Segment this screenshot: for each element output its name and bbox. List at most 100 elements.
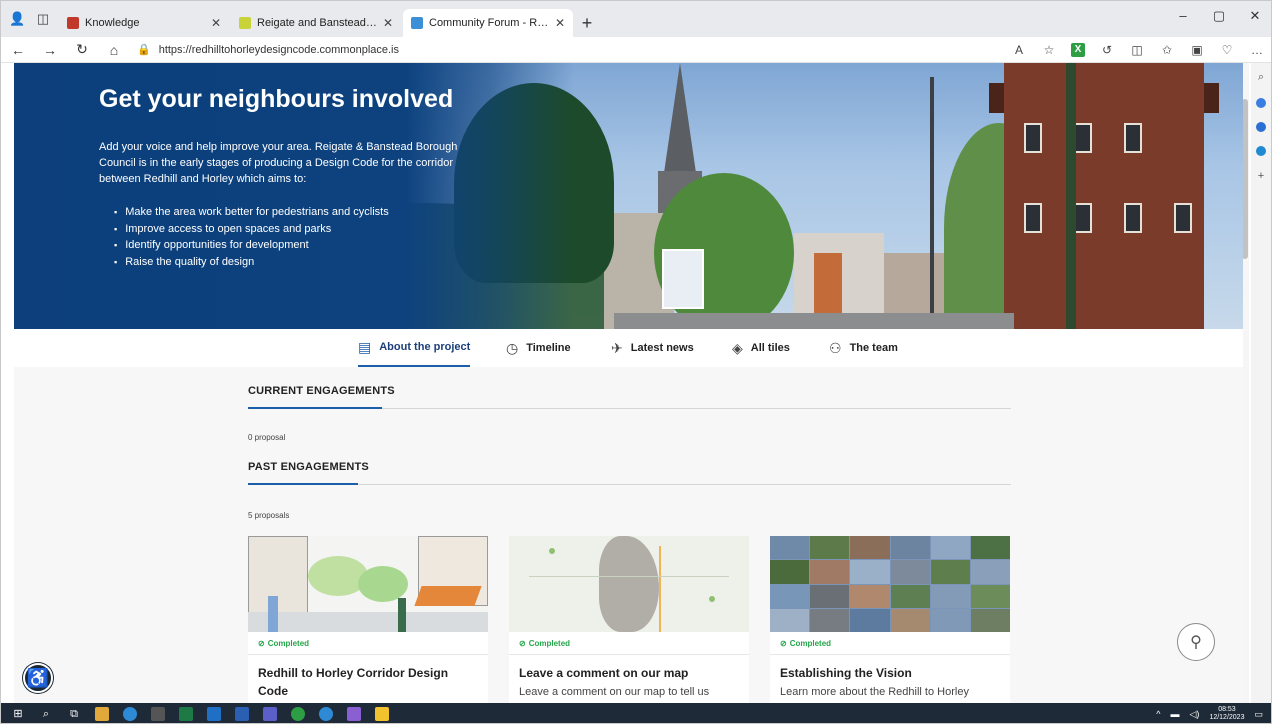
status-label: Completed <box>267 639 310 648</box>
split-screen-icon[interactable]: ◫ <box>1129 43 1145 57</box>
tab-title: Community Forum - Redhill To H <box>429 17 549 29</box>
windows-start-icon[interactable]: ⊞ <box>11 707 25 721</box>
browser-tab-strip: 👤 ◫ Knowledge ✕ Reigate and Banstead Hom… <box>1 1 1271 37</box>
section-divider <box>248 484 1011 485</box>
map-image <box>509 536 749 632</box>
collections-icon[interactable]: ▣ <box>1189 43 1205 57</box>
shopping-icon[interactable] <box>1256 98 1266 108</box>
tray-chevron-icon[interactable]: ^ <box>1156 709 1160 719</box>
road-sign-image <box>662 249 704 309</box>
past-proposal-count: 5 proposals <box>248 511 290 520</box>
sticky-notes-icon[interactable] <box>375 707 389 721</box>
accessibility-button[interactable]: ♿ <box>23 663 53 693</box>
tab-the-team[interactable]: ⚇ The team <box>829 329 898 367</box>
engagement-card[interactable]: ⊘ Completed Establishing the Vision Lear… <box>770 536 1010 703</box>
teams-icon[interactable] <box>263 707 277 721</box>
clock[interactable]: 08:53 12/12/2023 <box>1209 706 1244 722</box>
road-image <box>614 313 1014 329</box>
edge-icon[interactable] <box>319 707 333 721</box>
tab-label: Timeline <box>526 342 571 354</box>
close-window-button[interactable]: ✕ <box>1237 1 1271 31</box>
tab-label: The team <box>849 342 898 354</box>
file-explorer-icon[interactable] <box>95 707 109 721</box>
new-tab-button[interactable]: + <box>575 9 599 37</box>
search-icon[interactable]: ⌕ <box>39 707 53 721</box>
lamp-post-image <box>930 77 934 329</box>
tab-all-tiles[interactable]: ◈ All tiles <box>732 329 790 367</box>
word-icon[interactable] <box>235 707 249 721</box>
card-title[interactable]: Establishing the Vision <box>780 664 1000 682</box>
forward-icon[interactable]: → <box>41 42 59 58</box>
calculator-icon[interactable] <box>151 707 165 721</box>
window-controls: – ▢ ✕ <box>1165 1 1271 31</box>
performance-icon[interactable]: ♡ <box>1219 43 1235 57</box>
tab-timeline[interactable]: ◷ Timeline <box>506 329 571 367</box>
close-tab-icon[interactable]: ✕ <box>383 16 393 30</box>
card-title[interactable]: Leave a comment on our map <box>519 664 739 682</box>
edge-icon[interactable] <box>123 707 137 721</box>
favicon-icon <box>411 17 423 29</box>
engagement-card[interactable]: ⊘ Completed Redhill to Horley Corridor D… <box>248 536 488 703</box>
people-icon: ⚇ <box>829 339 842 356</box>
excel-icon[interactable] <box>179 707 193 721</box>
church-spire-image <box>664 63 696 173</box>
app-icon[interactable] <box>347 707 361 721</box>
section-accent <box>248 407 382 409</box>
add-icon[interactable]: + <box>1258 170 1264 182</box>
card-description: Leave a comment on our map to tell us <box>519 686 710 698</box>
volume-icon[interactable]: ◁) <box>1190 709 1200 720</box>
tab-actions-icon[interactable]: ◫ <box>35 11 51 27</box>
notifications-icon[interactable]: ▭ <box>1254 709 1263 720</box>
browser-tab-knowledge[interactable]: Knowledge ✕ <box>59 9 229 37</box>
check-circle-icon: ⊘ <box>780 639 787 648</box>
profile-icon[interactable]: 👤 <box>9 11 25 27</box>
more-options-icon[interactable]: … <box>1249 43 1265 57</box>
close-tab-icon[interactable]: ✕ <box>555 16 565 30</box>
document-icon: ▤ <box>358 338 372 355</box>
network-icon[interactable]: ▬ <box>1171 709 1180 719</box>
system-tray: ^ ▬ ◁) 08:53 12/12/2023 ▭ <box>1156 703 1263 723</box>
extension-icon[interactable]: X <box>1071 42 1085 57</box>
minimize-button[interactable]: – <box>1165 1 1201 31</box>
home-icon[interactable]: ⌂ <box>105 42 123 58</box>
page-viewport: Get your neighbours involved Add your vo… <box>14 63 1243 703</box>
refresh-extension-icon[interactable]: ↺ <box>1099 43 1115 57</box>
status-badge: ⊘ Completed <box>519 639 570 648</box>
card-title[interactable]: Redhill to Horley Corridor Design Code <box>258 664 478 700</box>
clock-icon: ◷ <box>506 339 519 356</box>
browser-tab-reigate[interactable]: Reigate and Banstead Homepage ✕ <box>231 9 401 37</box>
read-aloud-icon[interactable]: A <box>1011 43 1027 57</box>
outlook-icon[interactable] <box>1256 146 1266 156</box>
check-circle-icon: ⊘ <box>519 639 526 648</box>
back-icon[interactable]: ← <box>9 42 27 58</box>
search-icon[interactable]: ⌕ <box>1258 71 1264 84</box>
favorites-icon[interactable]: ✩ <box>1159 43 1175 57</box>
refresh-icon[interactable]: ↻ <box>73 41 91 58</box>
close-tab-icon[interactable]: ✕ <box>211 16 221 30</box>
tools-icon[interactable] <box>1256 122 1266 132</box>
maximize-button[interactable]: ▢ <box>1201 1 1237 31</box>
status-badge: ⊘ Completed <box>258 639 309 648</box>
outlook-icon[interactable] <box>207 707 221 721</box>
window-image <box>1174 203 1192 233</box>
engagement-card[interactable]: ⊘ Completed Leave a comment on our map L… <box>509 536 749 703</box>
browser-toolbar: A ☆ X ↺ ◫ ✩ ▣ ♡ … <box>1011 42 1265 57</box>
tab-latest-news[interactable]: ✈ Latest news <box>611 329 694 367</box>
url-field[interactable]: 🔒 https://redhilltohorleydesigncode.comm… <box>137 43 997 57</box>
tab-title: Knowledge <box>85 17 140 29</box>
card-description: Learn more about the Redhill to Horley <box>780 686 969 698</box>
clock-time: 08:53 <box>1218 706 1236 713</box>
browser-tab-community-forum[interactable]: Community Forum - Redhill To H ✕ <box>403 9 573 37</box>
current-proposal-count: 0 proposal <box>248 433 286 442</box>
tab-label: All tiles <box>750 342 790 354</box>
tab-about-the-project[interactable]: ▤ About the project <box>358 329 471 367</box>
lock-icon: 🔒 <box>137 44 151 56</box>
app-icon[interactable] <box>291 707 305 721</box>
share-button[interactable]: ⚲ <box>1177 623 1215 661</box>
aim-item: Make the area work better for pedestrian… <box>114 204 389 221</box>
clock-date: 12/12/2023 <box>1209 714 1245 721</box>
task-view-icon[interactable]: ⧉ <box>67 707 81 721</box>
project-nav: ▤ About the project ◷ Timeline ✈ Latest … <box>14 329 1243 367</box>
favorite-star-icon[interactable]: ☆ <box>1041 43 1057 57</box>
favicon-icon <box>239 17 251 29</box>
